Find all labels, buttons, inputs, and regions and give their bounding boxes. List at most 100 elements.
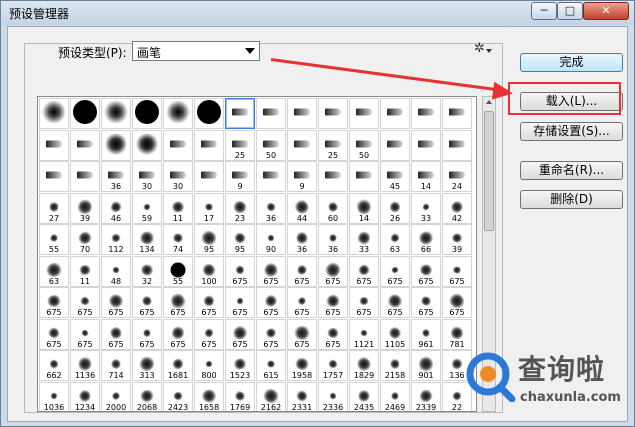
brush-preset-cell[interactable]: 14 [411, 161, 441, 192]
brush-preset-cell[interactable]: 675 [225, 287, 255, 318]
brush-preset-cell[interactable]: 675 [256, 287, 286, 318]
brush-preset-cell[interactable]: 59 [132, 192, 162, 224]
brush-preset-cell[interactable]: 36 [256, 192, 286, 224]
brush-preset-cell[interactable] [318, 98, 348, 129]
delete-button[interactable]: 删除(D) [520, 190, 623, 209]
gear-menu-arrow-icon[interactable] [486, 49, 492, 53]
brush-preset-cell[interactable]: 675 [287, 287, 317, 318]
brush-preset-cell[interactable]: 17 [194, 192, 224, 224]
brush-preset-cell[interactable]: 2158 [380, 350, 410, 381]
brush-preset-cell[interactable]: 36 [101, 161, 131, 192]
brush-preset-cell[interactable] [256, 98, 286, 129]
brush-preset-cell[interactable]: 800 [194, 350, 224, 381]
done-button[interactable]: 完成 [520, 53, 623, 72]
brush-preset-cell[interactable]: 27 [39, 192, 69, 224]
brush-preset-cell[interactable]: 961 [411, 318, 441, 350]
brush-preset-cell[interactable]: 675 [380, 287, 410, 318]
brush-preset-cell[interactable] [163, 98, 193, 129]
brush-preset-cell[interactable]: 23 [225, 192, 255, 224]
brush-preset-cell[interactable]: 2068 [132, 381, 162, 411]
brush-preset-cell[interactable] [39, 98, 69, 129]
brush-preset-cell[interactable] [194, 161, 224, 192]
brush-preset-cell[interactable]: 675 [380, 255, 410, 287]
brush-preset-cell[interactable]: 14 [349, 192, 379, 224]
brush-preset-cell[interactable]: 112 [101, 224, 131, 255]
brush-preset-cell[interactable]: 46 [101, 192, 131, 224]
brush-preset-cell[interactable]: 675 [411, 255, 441, 287]
brush-preset-cell[interactable]: 95 [194, 224, 224, 255]
brush-preset-cell[interactable]: 11 [70, 255, 100, 287]
brush-preset-cell[interactable]: 675 [132, 287, 162, 318]
brush-preset-cell[interactable]: 42 [442, 192, 472, 224]
brush-preset-cell[interactable]: 11 [163, 192, 193, 224]
brush-preset-cell[interactable]: 2469 [380, 381, 410, 411]
brush-preset-cell[interactable] [70, 161, 100, 192]
close-button[interactable]: ✕ [583, 2, 629, 20]
brush-preset-cell[interactable]: 2423 [163, 381, 193, 411]
brush-preset-cell[interactable]: 615 [256, 350, 286, 381]
brush-preset-cell[interactable] [39, 161, 69, 192]
save-settings-button[interactable]: 存储设置(S)... [520, 122, 623, 141]
brush-preset-cell[interactable]: 901 [411, 350, 441, 381]
brush-preset-cell[interactable]: 95 [225, 224, 255, 255]
brush-preset-cell[interactable]: 714 [101, 350, 131, 381]
brush-preset-cell[interactable]: 675 [349, 287, 379, 318]
brush-preset-cell[interactable]: 50 [349, 129, 379, 161]
brush-preset-cell[interactable]: 675 [70, 287, 100, 318]
brush-preset-cell[interactable]: 1958 [287, 350, 317, 381]
brush-preset-cell[interactable]: 44 [287, 192, 317, 224]
brush-preset-cell[interactable]: 675 [101, 318, 131, 350]
brush-preset-cell[interactable]: 30 [163, 161, 193, 192]
brush-preset-cell[interactable]: 675 [225, 255, 255, 287]
brush-preset-cell[interactable]: 675 [287, 318, 317, 350]
brush-preset-cell[interactable]: 36 [287, 224, 317, 255]
brush-preset-cell[interactable]: 60 [318, 192, 348, 224]
brush-preset-cell[interactable]: 30 [132, 161, 162, 192]
brush-preset-cell[interactable]: 675 [194, 318, 224, 350]
brush-preset-cell[interactable]: 50 [256, 129, 286, 161]
brush-preset-cell[interactable]: 32 [132, 255, 162, 287]
brush-preset-cell[interactable]: 675 [39, 318, 69, 350]
brush-preset-cell[interactable]: 55 [39, 224, 69, 255]
brush-preset-cell[interactable]: 100 [194, 255, 224, 287]
brush-preset-cell[interactable]: 675 [256, 255, 286, 287]
brush-preset-cell[interactable]: 675 [101, 287, 131, 318]
brush-preset-cell[interactable]: 48 [101, 255, 131, 287]
brush-preset-cell[interactable]: 74 [163, 224, 193, 255]
brush-preset-cell[interactable]: 33 [411, 192, 441, 224]
scrollbar-thumb[interactable] [484, 111, 494, 231]
title-bar[interactable]: 预设管理器 ─ □ ✕ [1, 1, 634, 25]
brush-preset-cell[interactable]: 313 [132, 350, 162, 381]
brush-preset-cell[interactable]: 2339 [411, 381, 441, 411]
brush-preset-cell[interactable] [132, 98, 162, 129]
brush-preset-cell[interactable]: 66 [411, 224, 441, 255]
brush-preset-grid[interactable]: 25 50 25 50 36 30 30 9 9 45 14 24 27 39 46 59 11 17 23 36 44… [37, 96, 477, 412]
brush-preset-cell[interactable]: 2336 [318, 381, 348, 411]
brush-preset-cell[interactable] [70, 98, 100, 129]
brush-preset-cell[interactable]: 63 [380, 224, 410, 255]
brush-preset-cell[interactable] [163, 129, 193, 161]
brush-preset-cell[interactable]: 675 [70, 318, 100, 350]
brush-preset-cell[interactable]: 45 [380, 161, 410, 192]
brush-preset-cell[interactable] [256, 161, 286, 192]
brush-preset-cell[interactable]: 90 [256, 224, 286, 255]
brush-preset-cell[interactable]: 781 [442, 318, 472, 350]
brush-preset-cell[interactable]: 2162 [256, 381, 286, 411]
brush-preset-cell[interactable] [442, 129, 472, 161]
brush-preset-cell[interactable] [411, 129, 441, 161]
brush-preset-cell[interactable]: 1769 [225, 381, 255, 411]
brush-preset-cell[interactable]: 675 [318, 255, 348, 287]
brush-preset-cell[interactable]: 675 [194, 287, 224, 318]
brush-preset-cell[interactable] [380, 129, 410, 161]
brush-preset-cell[interactable] [39, 129, 69, 161]
brush-preset-cell[interactable]: 25 [225, 129, 255, 161]
brush-preset-cell[interactable] [287, 129, 317, 161]
brush-preset-cell[interactable]: 1121 [349, 318, 379, 350]
brush-preset-cell[interactable]: 1234 [70, 381, 100, 411]
brush-preset-cell[interactable]: 63 [39, 255, 69, 287]
brush-preset-cell[interactable]: 675 [163, 318, 193, 350]
brush-preset-cell[interactable]: 675 [225, 318, 255, 350]
brush-preset-cell[interactable]: 675 [318, 287, 348, 318]
brush-preset-cell[interactable] [101, 129, 131, 161]
brush-preset-cell[interactable]: 675 [287, 255, 317, 287]
